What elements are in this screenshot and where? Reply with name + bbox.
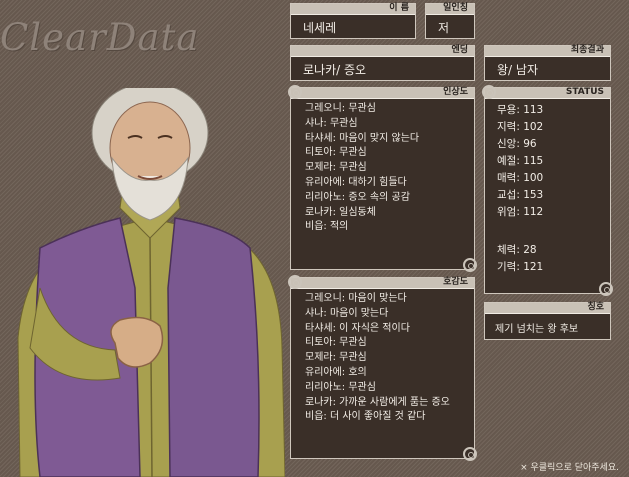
- title-box-header: 칭호: [485, 302, 610, 314]
- stat-item: 무용: 113: [497, 104, 544, 116]
- name-box: 이 름 네세레: [290, 3, 416, 39]
- impression-item: 유리아에: 대하기 힘들다: [305, 176, 407, 188]
- affection-list: 그레오니: 마음이 맞는다 샤나: 마음이 맞는다 타샤세: 이 자식은 적이다…: [305, 292, 450, 425]
- pronoun-label: 일인칭: [443, 3, 468, 13]
- affection-item: 비읍: 더 사이 좋아질 것 같다: [305, 411, 426, 423]
- affection-panel-header: 호감도: [291, 277, 474, 289]
- impression-panel-header: 인상도: [291, 87, 474, 99]
- knot-ornament-icon: [599, 282, 613, 296]
- affection-item: 모제라: 무관심: [305, 352, 367, 364]
- knot-ornament-icon: [463, 447, 477, 461]
- impression-item: 로나카: 일심동체: [305, 206, 376, 218]
- affection-item: 타샤세: 이 자식은 적이다: [305, 322, 410, 334]
- affection-item: 유리아에: 호의: [305, 366, 367, 378]
- knot-ornament-icon: [463, 258, 477, 272]
- status-label: STATUS: [565, 87, 604, 97]
- final-result-label: 최종결과: [570, 45, 604, 55]
- stat-item: 예절: 115: [497, 155, 544, 167]
- status-panel-header: STATUS: [485, 87, 610, 99]
- name-label: 이 름: [389, 3, 409, 13]
- impression-item: 비읍: 적의: [305, 221, 349, 233]
- title-value: 제기 넘치는 왕 후보: [495, 324, 579, 335]
- impression-list: 그레오니: 무관심 샤나: 무관심 타샤세: 마음이 맞지 않는다 티토아: 무…: [305, 102, 419, 235]
- affection-item: 로나카: 가까운 사람에게 품는 증오: [305, 396, 450, 408]
- final-result-value: 왕/ 남자: [497, 63, 538, 77]
- pronoun-box: 일인칭 저: [425, 3, 475, 39]
- impression-item: 리리아노: 증오 속의 공감: [305, 191, 410, 203]
- impression-item: 샤나: 무관심: [305, 117, 358, 129]
- title-label: 칭호: [587, 302, 604, 312]
- status-panel: STATUS 무용: 113 지력: 102 신앙: 96 예절: 115 매력…: [482, 85, 613, 296]
- ending-label: 엔딩: [451, 45, 468, 55]
- stat-item: 체력: 28: [497, 244, 537, 256]
- ending-box: 엔딩 로나카/ 증오: [290, 45, 475, 81]
- stat-item: 신앙: 96: [497, 138, 537, 150]
- stat-item: 매력: 100: [497, 172, 544, 184]
- knot-ornament-icon: [482, 85, 496, 99]
- final-result-box: 최종결과 왕/ 남자: [484, 45, 611, 81]
- stat-item: 교섭: 153: [497, 189, 544, 201]
- affection-item: 리리아노: 무관심: [305, 381, 376, 393]
- status-list: 무용: 113 지력: 102 신앙: 96 예절: 115 매력: 100 교…: [497, 102, 543, 276]
- affection-item: 샤나: 마음이 맞는다: [305, 307, 389, 319]
- character-portrait: [17, 88, 285, 477]
- cleardata-logo: ClearData: [0, 16, 200, 59]
- title-box: 칭호 제기 넘치는 왕 후보: [484, 302, 611, 340]
- stat-item: 위엄: 112: [497, 206, 544, 218]
- name-box-header: 이 름: [291, 3, 415, 15]
- final-result-box-header: 최종결과: [485, 45, 610, 57]
- ending-value: 로나카/ 증오: [303, 63, 367, 77]
- pronoun-box-header: 일인칭: [426, 3, 474, 15]
- stat-item: 기력: 121: [497, 261, 544, 273]
- ending-box-header: 엔딩: [291, 45, 474, 57]
- knot-ornament-icon: [288, 85, 302, 99]
- affection-item: 그레오니: 마음이 맞는다: [305, 293, 407, 304]
- pronoun-value: 저: [438, 21, 450, 35]
- affection-label: 호감도: [443, 277, 468, 287]
- affection-item: 티토아: 무관심: [305, 337, 367, 349]
- impression-item: 타샤세: 마음이 맞지 않는다: [305, 132, 420, 144]
- impression-label: 인상도: [443, 87, 468, 97]
- impression-item: 그레오니: 무관심: [305, 103, 376, 114]
- knot-ornament-icon: [288, 275, 302, 289]
- affection-panel: 호감도 그레오니: 마음이 맞는다 샤나: 마음이 맞는다 타샤세: 이 자식은…: [288, 275, 477, 461]
- impression-item: 티토아: 무관심: [305, 147, 367, 159]
- name-value: 네세레: [303, 21, 337, 35]
- close-hint[interactable]: × 우클릭으로 닫아주세요.: [520, 460, 619, 473]
- stat-item: 지력: 102: [497, 121, 544, 133]
- impression-panel: 인상도 그레오니: 무관심 샤나: 무관심 타샤세: 마음이 맞지 않는다 티토…: [288, 85, 477, 272]
- impression-item: 모제라: 무관심: [305, 162, 367, 174]
